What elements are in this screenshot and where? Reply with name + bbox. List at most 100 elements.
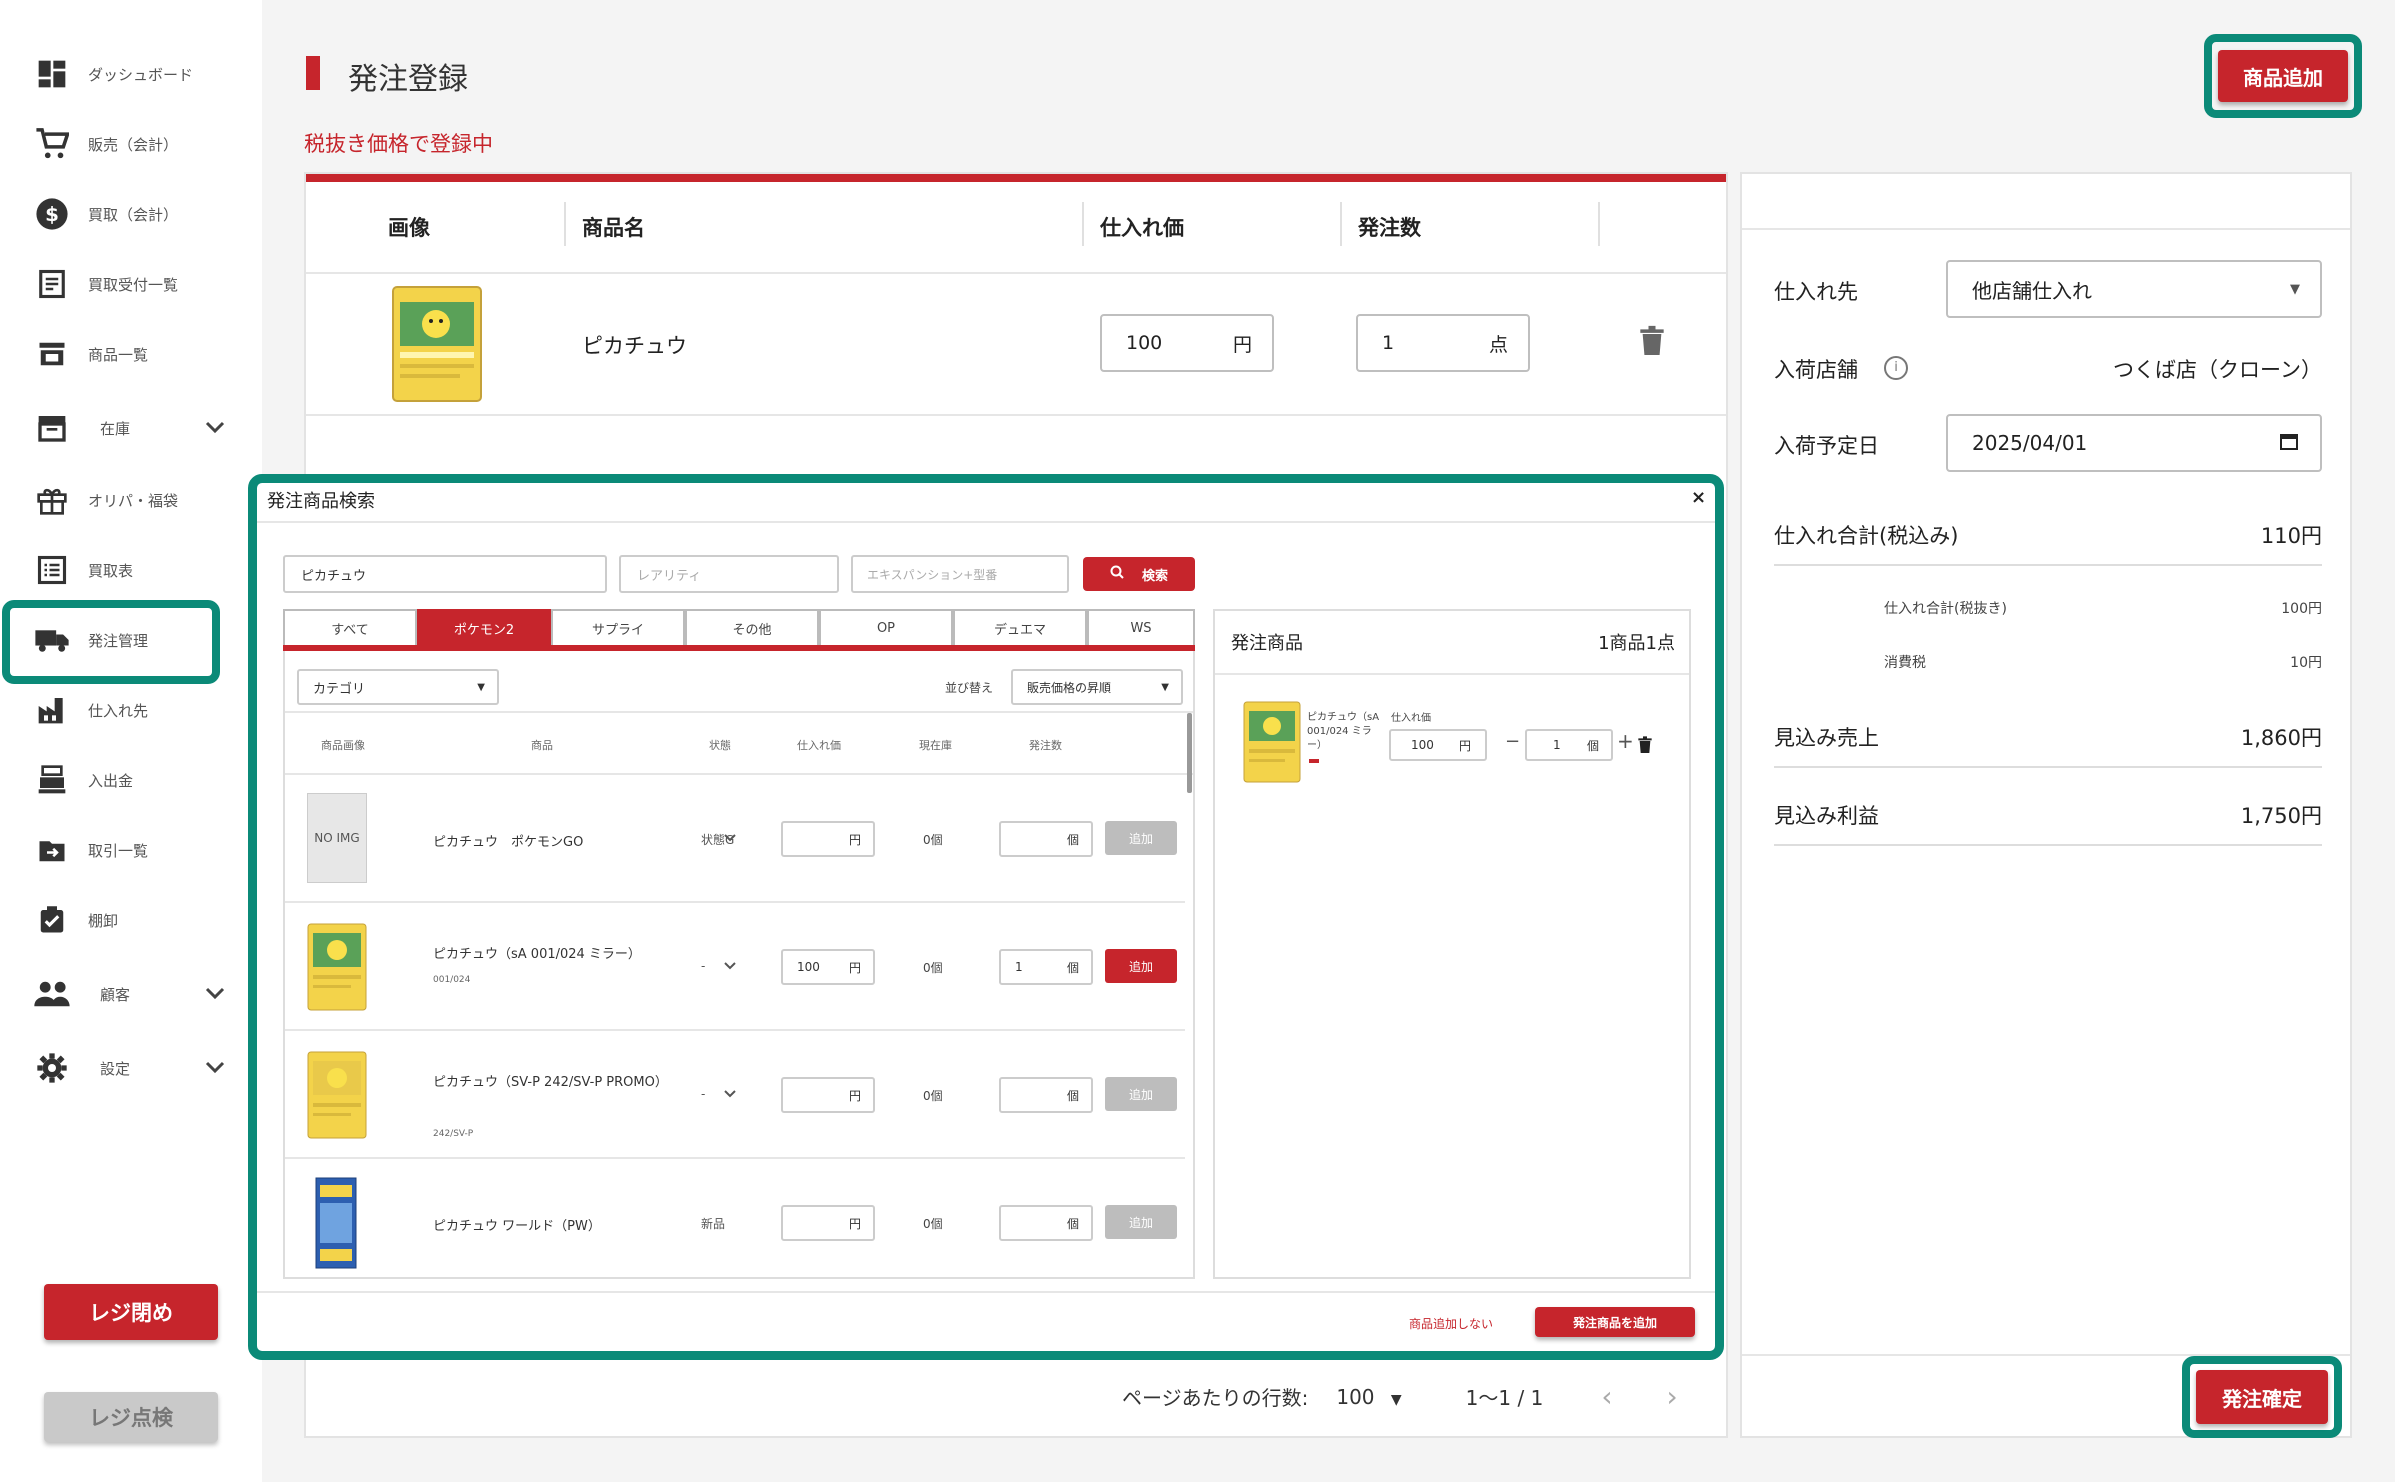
chevron-down-icon[interactable]: [205, 419, 225, 438]
row-price-unit: 円: [1232, 333, 1252, 356]
chevron-down-icon[interactable]: [723, 1089, 737, 1102]
sidebar-item-gear[interactable]: 設定: [30, 1040, 225, 1096]
chevron-down-icon[interactable]: [205, 1059, 225, 1078]
plus-icon[interactable]: +: [1617, 729, 1634, 753]
rarity-input[interactable]: レアリティ: [619, 555, 839, 593]
dollar-icon: $: [30, 192, 74, 236]
tab-2[interactable]: サプライ: [551, 609, 685, 645]
row-add-button[interactable]: 追加: [1105, 821, 1177, 855]
sidebar-item-label: オリパ・福袋: [88, 491, 179, 510]
caret-down-icon: ▼: [477, 681, 485, 693]
tab-0[interactable]: すべて: [283, 609, 417, 645]
sidebar-item-transfer[interactable]: 取引一覧: [30, 822, 220, 878]
cart-item-tag: [1309, 759, 1319, 763]
page-range: 1～1 / 1: [1465, 1386, 1544, 1410]
row-stock: 0個: [923, 1217, 943, 1231]
delete-icon[interactable]: [1637, 735, 1653, 759]
tab-4[interactable]: OP: [819, 609, 953, 645]
next-page-icon[interactable]: ›: [1667, 1380, 1678, 1413]
sidebar-item-store[interactable]: 商品一覧: [30, 326, 220, 382]
sidebar-item-label: ダッシュボード: [88, 65, 194, 84]
tab-1[interactable]: ポケモン2: [417, 609, 551, 645]
product-card-image: [307, 1051, 367, 1139]
receipt-icon: [30, 262, 74, 306]
add-product-button[interactable]: 商品追加: [2218, 50, 2348, 102]
sidebar-item-dashboard[interactable]: ダッシュボード: [30, 46, 220, 102]
register-close-button[interactable]: レジ閉め: [44, 1284, 218, 1340]
search-button[interactable]: 検索: [1083, 557, 1195, 591]
store-value: つくば店（クローン）: [2113, 358, 2322, 382]
product-card-image: [307, 923, 367, 1011]
cart-qty-input[interactable]: 1 個: [1525, 729, 1613, 761]
sidebar-item-gift[interactable]: オリパ・福袋: [30, 472, 220, 528]
row-price-input[interactable]: 円: [781, 1077, 875, 1113]
cart-price-input[interactable]: 100 円: [1389, 729, 1487, 761]
row-state[interactable]: 新品: [701, 1215, 741, 1232]
supplier-select[interactable]: 他店舗仕入れ ▼: [1946, 260, 2322, 318]
sort-select[interactable]: 販売価格の昇順 ▼: [1011, 669, 1183, 705]
info-icon[interactable]: i: [1884, 356, 1908, 380]
close-icon[interactable]: ×: [1691, 487, 1706, 508]
row-qty-input[interactable]: 個: [999, 1205, 1093, 1241]
category-select[interactable]: カテゴリ ▼: [297, 669, 499, 705]
search-input[interactable]: ピカチュウ: [283, 555, 607, 593]
tax-mode-notice: 税抜き価格で登録中: [304, 132, 493, 156]
expansion-input[interactable]: エキスパンション+型番: [851, 555, 1069, 593]
cart-icon: [30, 122, 74, 166]
sidebar-item-people[interactable]: 顧客: [30, 966, 225, 1022]
prev-page-icon[interactable]: ‹: [1601, 1380, 1612, 1413]
confirm-order-button[interactable]: 発注確定: [2196, 1370, 2328, 1424]
row-price-input[interactable]: 円: [781, 821, 875, 857]
table-row: ピカチュウ ワールド（PW） 新品 円 0個 個 追加: [285, 1159, 1185, 1287]
row-price-input[interactable]: 100 円: [781, 949, 875, 985]
row-qty-input[interactable]: 1 点: [1356, 314, 1530, 372]
sidebar-item-label: 取引一覧: [88, 841, 149, 860]
sidebar-item-receipt[interactable]: 買取受付一覧: [30, 256, 220, 312]
row-qty-input[interactable]: 個: [999, 1077, 1093, 1113]
row-qty-input[interactable]: 個: [999, 821, 1093, 857]
supplier-value: 他店舗仕入れ: [1972, 278, 2092, 303]
scrollbar-thumb[interactable]: [1187, 713, 1192, 793]
tab-5[interactable]: デュエマ: [953, 609, 1087, 645]
delete-icon[interactable]: [1638, 324, 1666, 362]
calendar-icon[interactable]: [2280, 432, 2298, 455]
sidebar-item-label: 仕入れ先: [88, 701, 149, 720]
sidebar-item-list[interactable]: 買取表: [30, 542, 220, 598]
tab-6[interactable]: WS: [1087, 609, 1195, 645]
tab-3[interactable]: その他: [685, 609, 819, 645]
tax-value: 10円: [2290, 655, 2322, 671]
no-image-placeholder: NO IMG: [307, 793, 367, 883]
sidebar-item-factory[interactable]: 仕入れ先: [30, 682, 220, 738]
rows-per-page-select[interactable]: 100 ▼: [1336, 1385, 1401, 1409]
row-qty-input[interactable]: 1個: [999, 949, 1093, 985]
register-check-button[interactable]: レジ点検: [44, 1392, 218, 1442]
date-value: 2025/04/01: [1972, 431, 2088, 455]
row-add-button[interactable]: 追加: [1105, 949, 1177, 983]
row-price-input[interactable]: 100 円: [1100, 314, 1274, 372]
row-stock: 0個: [923, 833, 943, 847]
sidebar-item-dollar[interactable]: $ 買取（会計）: [30, 186, 220, 242]
product-card-image: [392, 286, 482, 402]
chevron-down-icon[interactable]: [723, 833, 737, 846]
col-qty: 発注数: [1029, 739, 1062, 752]
search-button-label: 検索: [1141, 568, 1168, 584]
row-add-button[interactable]: 追加: [1105, 1077, 1177, 1111]
sidebar-item-archive[interactable]: 在庫: [30, 400, 225, 456]
row-add-button[interactable]: 追加: [1105, 1205, 1177, 1239]
pagination: ページあたりの行数: 100 ▼ 1～1 / 1 ‹ ›: [1122, 1380, 1678, 1413]
minus-icon[interactable]: −: [1505, 731, 1520, 752]
sidebar-item-clipboard[interactable]: 棚卸: [30, 892, 220, 948]
cancel-link[interactable]: 商品追加しない: [1409, 1315, 1493, 1332]
col-price: 仕入れ価: [797, 739, 841, 752]
sidebar-item-cart[interactable]: 販売（会計）: [30, 116, 220, 172]
date-input[interactable]: 2025/04/01: [1946, 414, 2322, 472]
modal-title: 発注商品検索: [267, 491, 375, 512]
add-order-items-button[interactable]: 発注商品を追加: [1535, 1307, 1695, 1337]
row-price-input[interactable]: 円: [781, 1205, 875, 1241]
row-price-unit: 円: [848, 832, 861, 847]
chevron-down-icon[interactable]: [723, 961, 737, 974]
chevron-down-icon[interactable]: [205, 985, 225, 1004]
sidebar-item-register[interactable]: 入出金: [30, 752, 220, 808]
subtotal-label: 仕入れ合計(税抜き): [1884, 601, 2007, 617]
sidebar-item-label: 買取表: [88, 561, 134, 580]
